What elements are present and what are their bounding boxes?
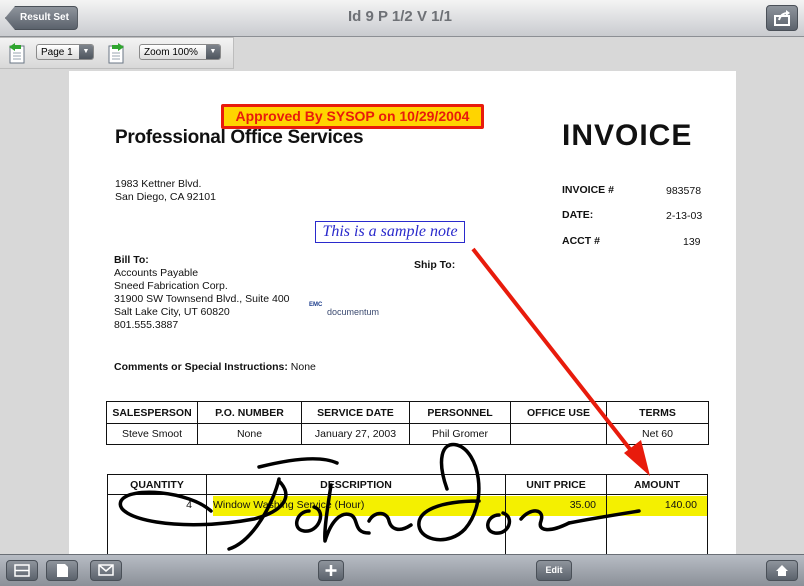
zoom-select-value: Zoom 100% xyxy=(144,47,198,58)
next-page-button[interactable] xyxy=(106,42,126,64)
plus-icon xyxy=(325,565,337,576)
share-icon xyxy=(774,10,790,26)
home-icon xyxy=(776,565,788,576)
bottom-toolbar: Edit xyxy=(0,554,804,586)
signature-image xyxy=(118,442,641,551)
next-page-icon xyxy=(108,43,124,64)
chevron-down-icon: ▼ xyxy=(79,45,93,59)
annotation-overlay xyxy=(118,247,650,551)
previous-page-button[interactable] xyxy=(7,42,27,64)
previous-page-icon xyxy=(9,43,25,64)
document-button[interactable] xyxy=(46,560,78,581)
share-button[interactable] xyxy=(766,5,798,31)
zoom-select[interactable]: Zoom 100% ▼ xyxy=(139,44,221,60)
thumbnails-icon xyxy=(14,564,30,577)
top-navigation-bar: Result Set Id 9 P 1/2 V 1/1 xyxy=(0,0,804,37)
result-set-back-button[interactable]: Result Set xyxy=(5,6,78,30)
add-button[interactable] xyxy=(318,560,344,581)
page-toolbar: Page 1 ▼ Zoom 100% ▼ xyxy=(0,37,234,69)
edit-button[interactable]: Edit xyxy=(536,560,572,581)
arrow-annotation-line[interactable] xyxy=(471,247,635,455)
document-title: Id 9 P 1/2 V 1/1 xyxy=(348,8,452,25)
page-select-value: Page 1 xyxy=(41,47,73,58)
envelope-icon xyxy=(98,564,114,576)
approval-stamp[interactable]: Approved By SYSOP on 10/29/2004 xyxy=(221,104,484,129)
thumbnails-button[interactable] xyxy=(6,560,38,581)
email-button[interactable] xyxy=(90,560,122,581)
document-icon xyxy=(57,564,68,577)
home-button[interactable] xyxy=(766,560,798,581)
document-page[interactable]: Professional Office Services INVOICE 198… xyxy=(69,71,736,555)
page-select[interactable]: Page 1 ▼ xyxy=(36,44,94,60)
sample-note-annotation[interactable]: This is a sample note xyxy=(315,221,465,243)
chevron-down-icon: ▼ xyxy=(206,45,220,59)
